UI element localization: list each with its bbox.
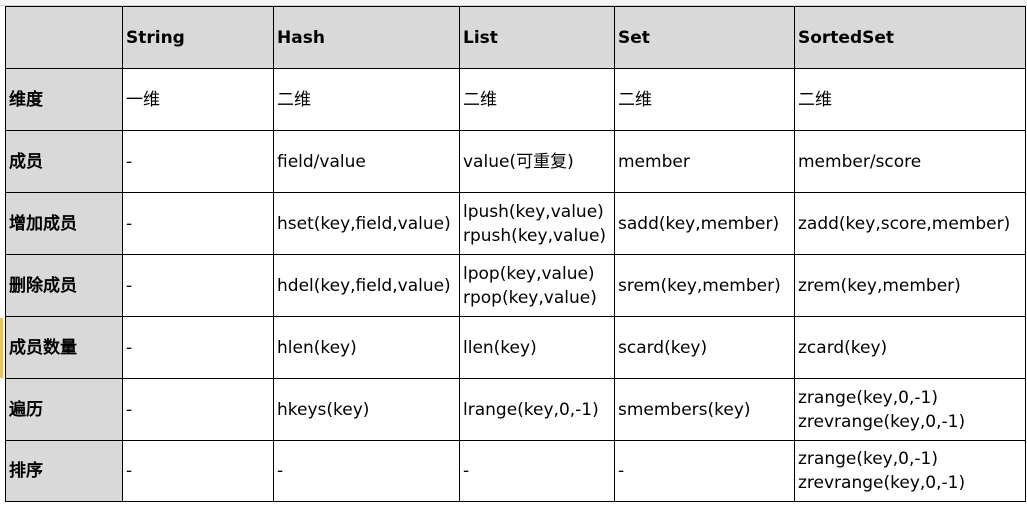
cell-text: srem(key,member) [618,275,781,296]
cell-text: zrange(key,0,-1) [798,387,938,408]
table-body: 维度 一维 二维 二维 二维 二维 成员 - field/value value(可重复) memb… [5,68,1026,502]
table-row: 成员数量 - hlen(key) llen(key) scard(key) zcard(k… [5,316,1026,379]
table-cell[interactable]: member/score [794,130,1026,193]
row-label[interactable]: 增加成员 [5,192,123,255]
row-label[interactable]: 删除成员 [5,254,123,317]
table-row: 排序 - - - - zrange(key,0,-1) zrevrange(key,0,-1… [5,440,1026,502]
cell-text: member [618,151,690,172]
cell-text: - [126,151,133,172]
cell-text: - [126,275,133,296]
table-header: String Hash List Set SortedSet [5,6,1026,69]
cell-text: lrange(key,0,-1) [463,399,599,420]
cell-text: lpush(key,value) [463,201,604,222]
cell-text: hset(key,field,value) [277,213,451,234]
table-cell[interactable]: lrange(key,0,-1) [459,378,615,441]
table-cell[interactable]: 二维 [273,68,460,131]
table-row: 维度 一维 二维 二维 二维 二维 [5,68,1026,131]
column-header[interactable]: SortedSet [794,6,1026,69]
row-label[interactable]: 维度 [5,68,123,131]
table-cell[interactable]: - [614,440,795,502]
table-cell[interactable]: zrange(key,0,-1) zrevrange(key,0,-1) [794,440,1026,502]
cell-text: rpush(key,value) [463,225,607,246]
table-cell[interactable]: - [122,192,274,255]
cell-text: - [618,461,625,481]
row-label[interactable]: 成员 [5,130,123,193]
cell-text: llen(key) [463,337,537,358]
cell-text: - [463,461,470,481]
table-cell[interactable]: 二维 [459,68,615,131]
table-row: 成员 - field/value value(可重复) member member/sco… [5,130,1026,193]
cell-text: 二维 [798,89,832,110]
table-cell[interactable]: - [122,130,274,193]
active-row-marker [0,318,3,378]
table-cell[interactable]: field/value [273,130,460,193]
table-cell[interactable]: - [122,440,274,502]
corner-cell[interactable] [5,6,123,69]
cell-text: zadd(key,score,member) [798,213,1011,234]
table-cell[interactable]: zcard(key) [794,316,1026,379]
table-cell[interactable]: 二维 [614,68,795,131]
table-row: 遍历 - hkeys(key) lrange(key,0,-1) smembers(ke… [5,378,1026,441]
table-cell[interactable]: hlen(key) [273,316,460,379]
cell-text: zrem(key,member) [798,275,961,296]
table-cell[interactable]: value(可重复) [459,130,615,193]
cell-text: 二维 [463,89,497,110]
cell-text: lpop(key,value) [463,263,595,284]
table-cell[interactable]: lpop(key,value) rpop(key,value) [459,254,615,317]
cell-text: - [126,399,133,420]
table-cell[interactable]: sadd(key,member) [614,192,795,255]
table-cell[interactable]: zadd(key,score,member) [794,192,1026,255]
table-cell[interactable]: - [273,440,460,502]
cell-text: zcard(key) [798,337,888,358]
cell-text: member/score [798,151,922,172]
cell-text: smembers(key) [618,399,751,420]
cell-text: scard(key) [618,337,708,358]
cell-text: 二维 [618,89,652,110]
cell-text: - [126,337,133,358]
table-cell[interactable]: scard(key) [614,316,795,379]
column-header[interactable]: String [122,6,274,69]
cell-text: zrevrange(key,0,-1) [798,473,966,493]
header-row: String Hash List Set SortedSet [5,6,1026,69]
cell-text: sadd(key,member) [618,213,780,234]
cell-text: hlen(key) [277,337,357,358]
cell-text: - [126,461,133,481]
cell-text: zrevrange(key,0,-1) [798,411,966,432]
comparison-table: String Hash List Set SortedSet 维度 一维 二维 二维 二维 二维成… [5,6,1026,502]
row-label[interactable]: 成员数量 [5,316,123,379]
table-cell[interactable]: 一维 [122,68,274,131]
table-cell[interactable]: - [122,378,274,441]
column-header[interactable]: Hash [273,6,460,69]
cell-text: field/value [277,151,366,172]
cell-text: 二维 [277,89,311,110]
cell-text: - [277,461,284,481]
table-cell[interactable]: hkeys(key) [273,378,460,441]
table-cell[interactable]: lpush(key,value) rpush(key,value) [459,192,615,255]
table-row: 删除成员 - hdel(key,field,value) lpop(key,value… [5,254,1026,317]
cell-text: value(可重复) [463,151,574,172]
column-header[interactable]: List [459,6,615,69]
table-cell[interactable]: llen(key) [459,316,615,379]
cell-text: rpop(key,value) [463,287,597,308]
table-cell[interactable]: 二维 [794,68,1026,131]
table-cell[interactable]: hset(key,field,value) [273,192,460,255]
table-cell[interactable]: member [614,130,795,193]
table-cell[interactable]: hdel(key,field,value) [273,254,460,317]
row-label[interactable]: 排序 [5,440,123,502]
column-header[interactable]: Set [614,6,795,69]
table-cell[interactable]: srem(key,member) [614,254,795,317]
table-row: 增加成员 - hset(key,field,value) lpush(key,valu… [5,192,1026,255]
row-label[interactable]: 遍历 [5,378,123,441]
cell-text: - [126,213,133,234]
table-cell[interactable]: - [122,316,274,379]
cell-text: zrange(key,0,-1) [798,449,938,469]
table-cell[interactable]: zrem(key,member) [794,254,1026,317]
table-cell[interactable]: - [459,440,615,502]
table-cell[interactable]: - [122,254,274,317]
table-cell[interactable]: smembers(key) [614,378,795,441]
cell-text: hdel(key,field,value) [277,275,451,296]
cell-text: 一维 [126,89,160,110]
cell-text: hkeys(key) [277,399,370,420]
table-cell[interactable]: zrange(key,0,-1) zrevrange(key,0,-1) [794,378,1026,441]
